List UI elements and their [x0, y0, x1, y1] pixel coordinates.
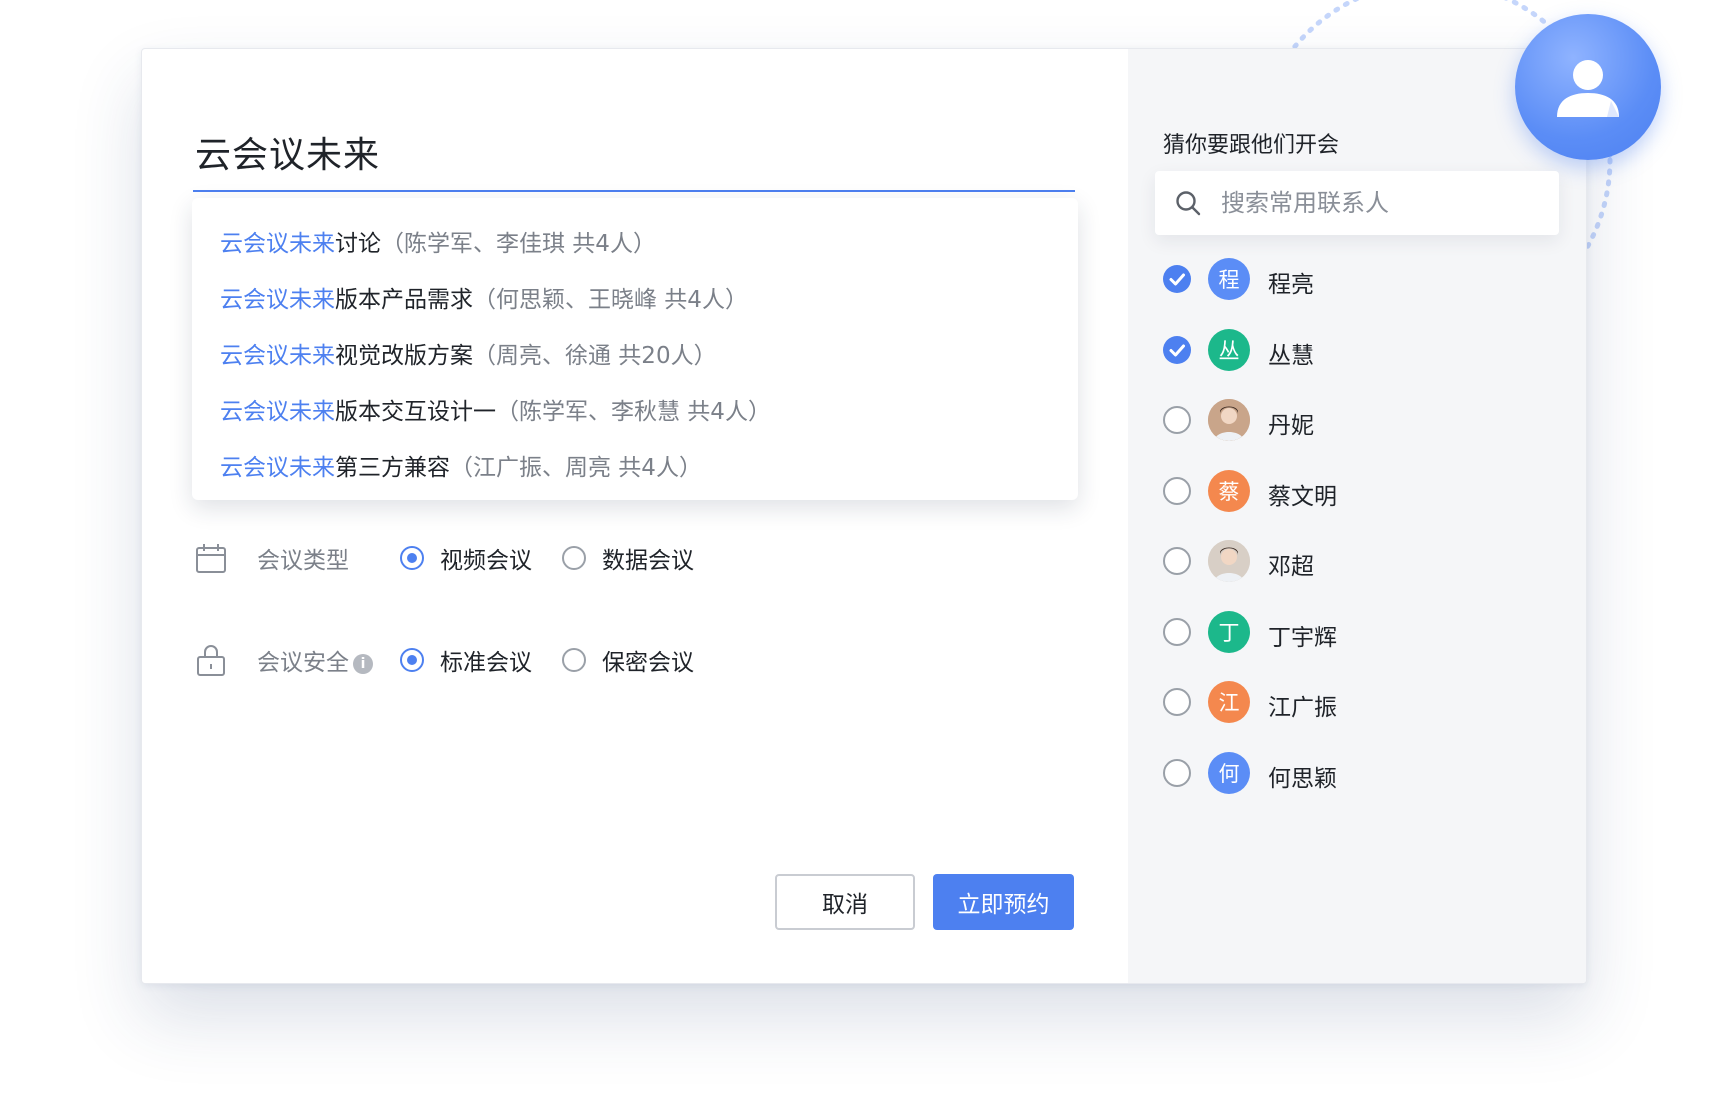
meeting-security-row: 会议安全 i 标准会议 保密会议: [195, 640, 795, 680]
radio-circle-checked[interactable]: [400, 546, 424, 570]
suggestion-item[interactable]: 云会议未来版本产品需求（何思颖、王晓峰 共4人）: [220, 280, 748, 314]
meeting-type-row: 会议类型 视频会议 数据会议: [195, 538, 795, 578]
checkbox-checked[interactable]: [1163, 265, 1191, 293]
checkbox[interactable]: [1163, 547, 1191, 575]
meeting-title-input[interactable]: 云会议未来: [195, 126, 380, 178]
info-icon[interactable]: i: [353, 653, 373, 674]
suggestion-members: （陈学军、李佳琪 共4人）: [381, 231, 656, 257]
suggestion-text: 版本交互设计一: [335, 399, 496, 425]
checkbox[interactable]: [1163, 688, 1191, 716]
checkbox[interactable]: [1163, 476, 1191, 505]
suggestion-members: （周亮、徐通 共20人）: [473, 343, 717, 369]
person-photo-icon: [1208, 540, 1250, 582]
radio-label: 视频会议: [440, 548, 532, 574]
meeting-type-label: 会议类型: [257, 548, 349, 574]
suggestion-members: （何思颖、王晓峰 共4人）: [473, 287, 748, 313]
contact-name: 程亮: [1268, 272, 1314, 298]
contact-item[interactable]: 邓超: [1163, 540, 1543, 584]
checkmark-icon: [1169, 344, 1185, 356]
checkbox[interactable]: [1163, 758, 1191, 787]
user-icon: [1557, 60, 1619, 117]
radio-label: 数据会议: [602, 548, 694, 574]
radio-standard-meeting[interactable]: 标准会议: [400, 643, 532, 677]
contact-item[interactable]: 何何思颖: [1163, 751, 1543, 796]
contact-name: 丁宇辉: [1268, 624, 1337, 651]
contact-photo-avatar: [1208, 399, 1250, 441]
checkbox[interactable]: [1163, 617, 1191, 646]
contact-item[interactable]: 丹妮: [1163, 399, 1543, 443]
meeting-security-label-text: 会议安全: [257, 650, 349, 676]
title-underline: [193, 190, 1075, 192]
suggestion-item[interactable]: 云会议未来讨论（陈学军、李佳琪 共4人）: [220, 224, 656, 258]
suggestion-members: （江广振、周亮 共4人）: [450, 455, 702, 481]
lock-icon: [197, 645, 225, 676]
suggestion-dropdown: 云会议未来讨论（陈学军、李佳琪 共4人） 云会议未来版本产品需求（何思颖、王晓峰…: [192, 198, 1078, 500]
suggestion-text: 视觉改版方案: [335, 343, 473, 369]
checkmark-icon: [1169, 273, 1185, 286]
radio-circle-checked[interactable]: [400, 648, 424, 672]
suggestion-members: （陈学军、李秋慧 共4人）: [496, 399, 771, 425]
radio-label: 标准会议: [440, 650, 532, 676]
radio-circle[interactable]: [562, 546, 586, 570]
suggestion-text: 讨论: [335, 231, 381, 257]
contact-name: 邓超: [1268, 554, 1314, 580]
calendar-icon: [196, 544, 226, 573]
person-photo-icon: [1208, 399, 1250, 441]
suggestion-item[interactable]: 云会议未来视觉改版方案（周亮、徐通 共20人）: [220, 336, 717, 370]
suggestion-highlight: 云会议未来: [220, 231, 335, 257]
checkbox[interactable]: [1163, 406, 1191, 434]
suggestion-item[interactable]: 云会议未来第三方兼容（江广振、周亮 共4人）: [220, 448, 702, 482]
contact-item[interactable]: 丁丁宇辉: [1163, 610, 1543, 655]
user-avatar[interactable]: [1515, 14, 1661, 160]
contact-avatar: 蔡: [1208, 469, 1250, 512]
contact-item[interactable]: 江江广振: [1163, 681, 1543, 725]
contact-name: 何思颖: [1268, 765, 1337, 792]
cancel-button[interactable]: 取消: [775, 874, 915, 930]
contact-avatar: 丁: [1208, 610, 1250, 653]
contact-avatar: 程: [1208, 258, 1250, 300]
suggestion-highlight: 云会议未来: [220, 455, 335, 481]
meeting-security-label: 会议安全 i: [257, 643, 373, 677]
suggestion-text: 第三方兼容: [335, 455, 450, 481]
contact-name: 丛慧: [1268, 342, 1314, 369]
contact-photo-avatar: [1208, 540, 1250, 582]
radio-private-meeting[interactable]: 保密会议: [562, 643, 694, 677]
suggestion-highlight: 云会议未来: [220, 399, 335, 425]
suggestion-item[interactable]: 云会议未来版本交互设计一（陈学军、李秋慧 共4人）: [220, 392, 771, 426]
radio-circle[interactable]: [562, 648, 586, 672]
book-now-button[interactable]: 立即预约: [933, 874, 1074, 930]
suggestion-text: 版本产品需求: [335, 287, 473, 313]
contact-name: 丹妮: [1268, 413, 1314, 439]
contact-name: 江广振: [1268, 695, 1337, 721]
contact-avatar: 何: [1208, 751, 1250, 794]
contact-item[interactable]: 程程亮: [1163, 258, 1543, 302]
contact-item[interactable]: 蔡蔡文明: [1163, 469, 1543, 514]
contact-search-input[interactable]: [1219, 188, 1523, 218]
contact-item[interactable]: 丛丛慧: [1163, 328, 1543, 373]
radio-video-meeting[interactable]: 视频会议: [400, 541, 532, 575]
contacts-panel-title: 猜你要跟他们开会: [1163, 133, 1340, 158]
radio-label: 保密会议: [602, 650, 694, 676]
contact-avatar: 江: [1208, 681, 1250, 723]
contact-avatar: 丛: [1208, 328, 1250, 371]
contact-search-box: [1155, 171, 1559, 235]
suggestion-highlight: 云会议未来: [220, 287, 335, 313]
radio-data-meeting[interactable]: 数据会议: [562, 541, 694, 575]
suggestion-highlight: 云会议未来: [220, 343, 335, 369]
contact-name: 蔡文明: [1268, 483, 1337, 510]
checkbox-checked[interactable]: [1163, 335, 1191, 364]
search-icon: [1176, 191, 1201, 216]
